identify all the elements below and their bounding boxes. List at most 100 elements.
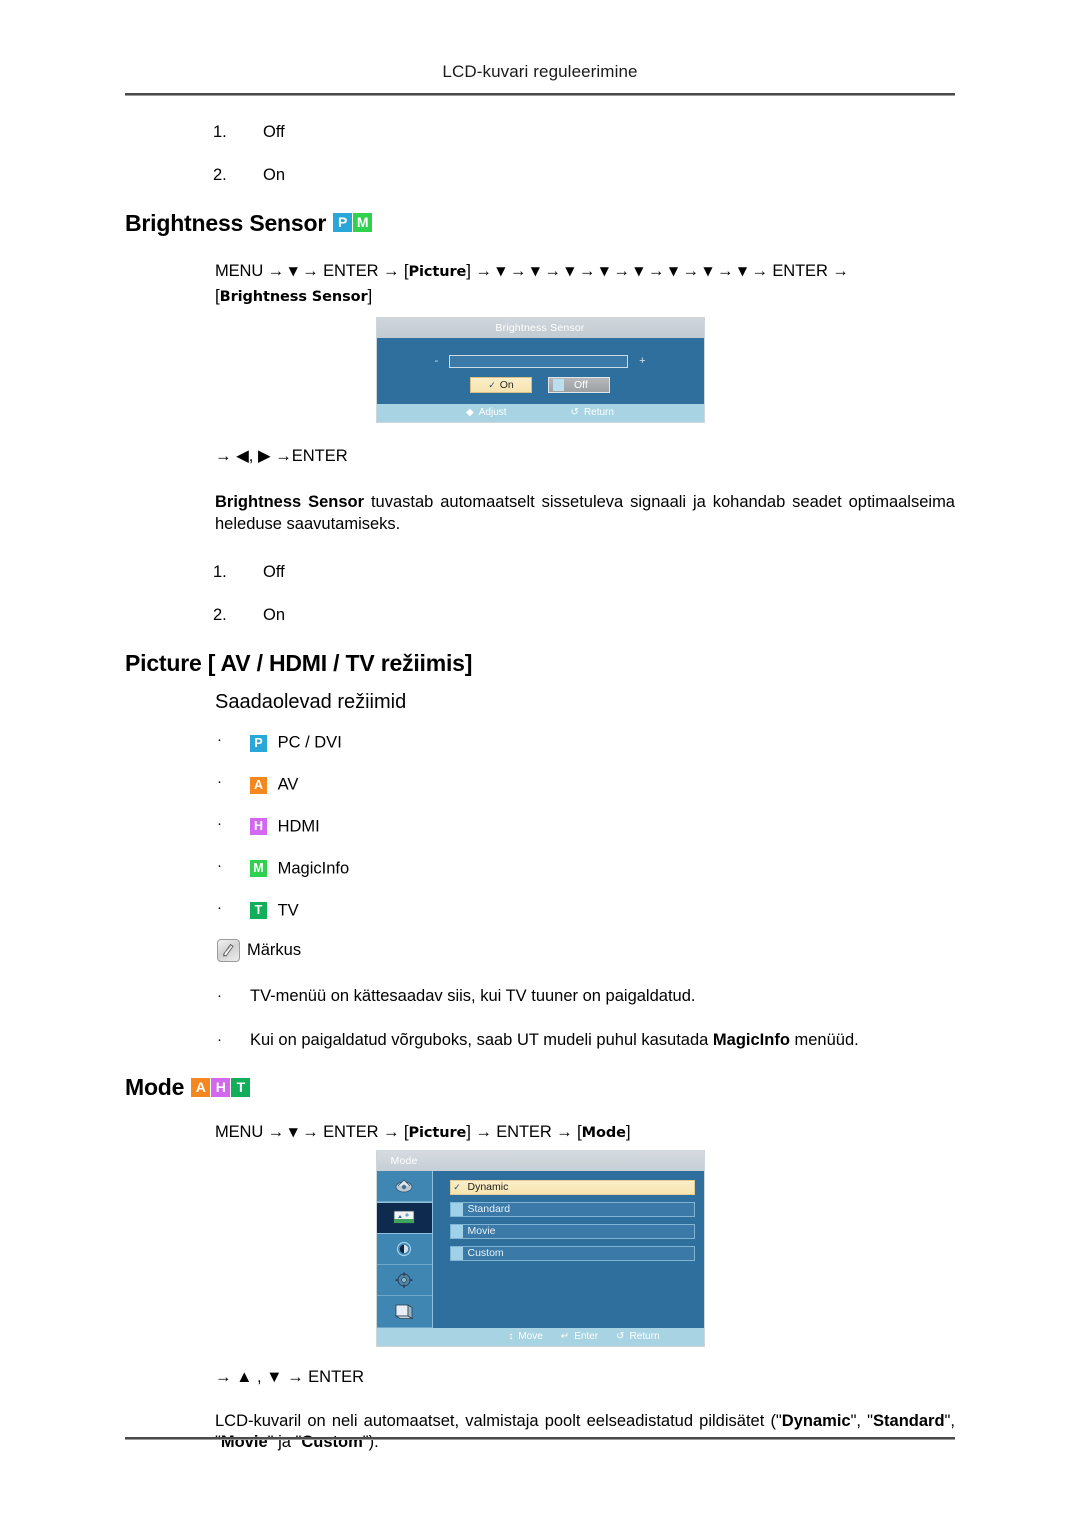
list-label: Off — [263, 563, 285, 582]
arrow-line-brightness: → ◀, ▶ →ENTER — [215, 447, 348, 466]
footer-return[interactable]: ↺ Return — [571, 404, 614, 422]
footer-enter[interactable]: ↵ Enter — [561, 1328, 598, 1346]
heading-badges: A H T — [191, 1077, 251, 1097]
mode-badge-h: H — [211, 1077, 231, 1097]
heading-text: Mode — [125, 1074, 185, 1101]
brightness-numbered-list: 1. Off 2. On — [125, 563, 955, 626]
sidebar-icon-picture[interactable] — [376, 1202, 432, 1234]
list-label: On — [263, 605, 286, 624]
option-row-custom[interactable]: Custom — [449, 1245, 695, 1261]
move-icon: ↕ — [508, 1330, 514, 1342]
paragraph-run: ", " — [850, 1411, 874, 1430]
footer-adjust-label: Adjust — [478, 407, 507, 419]
mode-badge-p: P — [250, 734, 267, 752]
bullet-icon: · — [217, 731, 222, 749]
note-bold-magicinfo: MagicInfo — [712, 1030, 790, 1049]
slider-minus-label[interactable]: - — [434, 356, 438, 367]
menu-path-target: Mode — [581, 1124, 626, 1141]
header-rule — [125, 93, 955, 96]
footer-adjust[interactable]: ◆ Adjust — [466, 404, 507, 422]
down-arrow-icon: ▼ — [530, 264, 540, 279]
note-text-2: Kui on paigaldatud võrguboks, saab UT mu… — [250, 1030, 859, 1049]
osd-body: ✓ Dynamic Standard Movie Custom — [376, 1170, 704, 1328]
adjust-icon: ◆ — [466, 407, 474, 419]
down-arrow-icon: ▼ — [496, 264, 506, 279]
footer-return-label: Return — [583, 407, 614, 419]
running-head: LCD-kuvari reguleerimine — [442, 62, 638, 81]
heading-picture: Picture [ AV / HDMI / TV režiimis] — [125, 649, 955, 678]
return-icon: ↺ — [616, 1330, 625, 1342]
mode-badge-a: A — [250, 776, 267, 794]
menu-path-picture: Picture — [408, 1124, 467, 1141]
brightness-off-button[interactable]: Off — [548, 377, 610, 394]
paragraph-run: " ja " — [267, 1433, 302, 1452]
heading-brightness-sensor: Brightness Sensor P M — [125, 209, 955, 238]
brightness-toggle-row: ✓ On Off — [377, 368, 704, 394]
bullet-icon: · — [217, 857, 222, 875]
osd-mode: Mode ✓ Dynamic Standard Movie Custom ↕ M… — [376, 1150, 704, 1346]
list-number: 2. — [213, 165, 227, 184]
menu-path-enter-2: ENTER — [772, 262, 828, 281]
bullet-icon: · — [217, 773, 222, 791]
brightness-description: Brightness Sensor tuvastab automaatselt … — [125, 492, 955, 535]
sidebar-icon-multicontrol[interactable] — [376, 1296, 432, 1328]
note-item: · Kui on paigaldatud võrguboks, saab UT … — [125, 1030, 955, 1051]
heading-mode: Mode A H T — [125, 1073, 955, 1102]
option-row-standard[interactable]: Standard — [449, 1201, 695, 1217]
list-number: 1. — [213, 123, 227, 141]
option-row-movie[interactable]: Movie — [449, 1223, 695, 1239]
option-label: Standard — [467, 1203, 511, 1216]
mode-badge-a: A — [191, 1077, 211, 1097]
footer-move[interactable]: ↕ Move — [508, 1328, 542, 1346]
list-item-tv: · T TV — [125, 899, 955, 921]
row-tab-marker — [450, 1224, 463, 1238]
description-bold: Brightness Sensor — [215, 493, 365, 512]
bullet-icon: · — [217, 1030, 222, 1048]
down-arrow-icon: ▼ — [668, 264, 678, 279]
row-tab-marker — [450, 1202, 463, 1216]
footer-return[interactable]: ↺ Return — [616, 1328, 659, 1346]
option-label: Movie — [467, 1225, 496, 1238]
down-arrow-icon: ▼ — [737, 264, 747, 279]
sidebar-icon-setup[interactable] — [376, 1265, 432, 1297]
mode-label: TV — [277, 901, 299, 920]
heading-text: Picture [ AV / HDMI / TV režiimis] — [125, 649, 473, 676]
footer-return-label: Return — [629, 1330, 660, 1342]
osd-title: Mode — [376, 1150, 704, 1171]
paragraph-bold-run: Dynamic — [781, 1411, 851, 1430]
menu-path-menu: MENU — [215, 262, 264, 281]
bullet-icon: · — [217, 987, 222, 1005]
page-body: 1. Off 2. On Brightness Sensor P M MENU … — [0, 123, 1080, 1454]
subheading-available-modes: Saadaolevad režiimid — [215, 691, 407, 714]
list-item: 1. Off — [125, 123, 955, 143]
heading-badges: P M — [333, 213, 373, 233]
brightness-on-label: On — [499, 379, 514, 392]
osd-footer: ◆ Adjust ↺ Return — [376, 404, 704, 423]
sidebar-icon-sound[interactable] — [376, 1234, 432, 1265]
mode-label: AV — [277, 775, 299, 794]
list-number: 2. — [213, 605, 227, 624]
brightness-on-button[interactable]: ✓ On — [470, 377, 532, 394]
mode-badge-h: H — [250, 818, 267, 836]
paragraph-run: "). — [362, 1433, 379, 1452]
sidebar-icon-input[interactable] — [376, 1171, 432, 1203]
menu-path-menu: MENU — [215, 1122, 264, 1141]
list-item: 2. On — [125, 606, 955, 626]
brightness-slider-row: - + — [377, 338, 704, 369]
brightness-off-label: Off — [574, 379, 588, 392]
return-icon: ↺ — [570, 407, 579, 419]
down-arrow-icon: ▼ — [565, 264, 575, 279]
osd-option-list: ✓ Dynamic Standard Movie Custom — [433, 1171, 704, 1328]
option-row-dynamic[interactable]: ✓ Dynamic — [449, 1179, 695, 1195]
footer-move-label: Move — [518, 1330, 543, 1342]
note-title: Märkus — [247, 941, 302, 960]
slider-plus-label[interactable]: + — [639, 356, 645, 367]
menu-path-enter-2: ENTER — [496, 1122, 552, 1141]
bullet-icon: · — [217, 899, 222, 917]
list-label: Off — [263, 123, 285, 141]
bullet-icon: · — [217, 815, 222, 833]
osd-title: Brightness Sensor — [376, 318, 704, 339]
brightness-slider[interactable] — [449, 355, 629, 369]
mode-label: HDMI — [277, 817, 320, 836]
footer-rule — [125, 1437, 955, 1440]
